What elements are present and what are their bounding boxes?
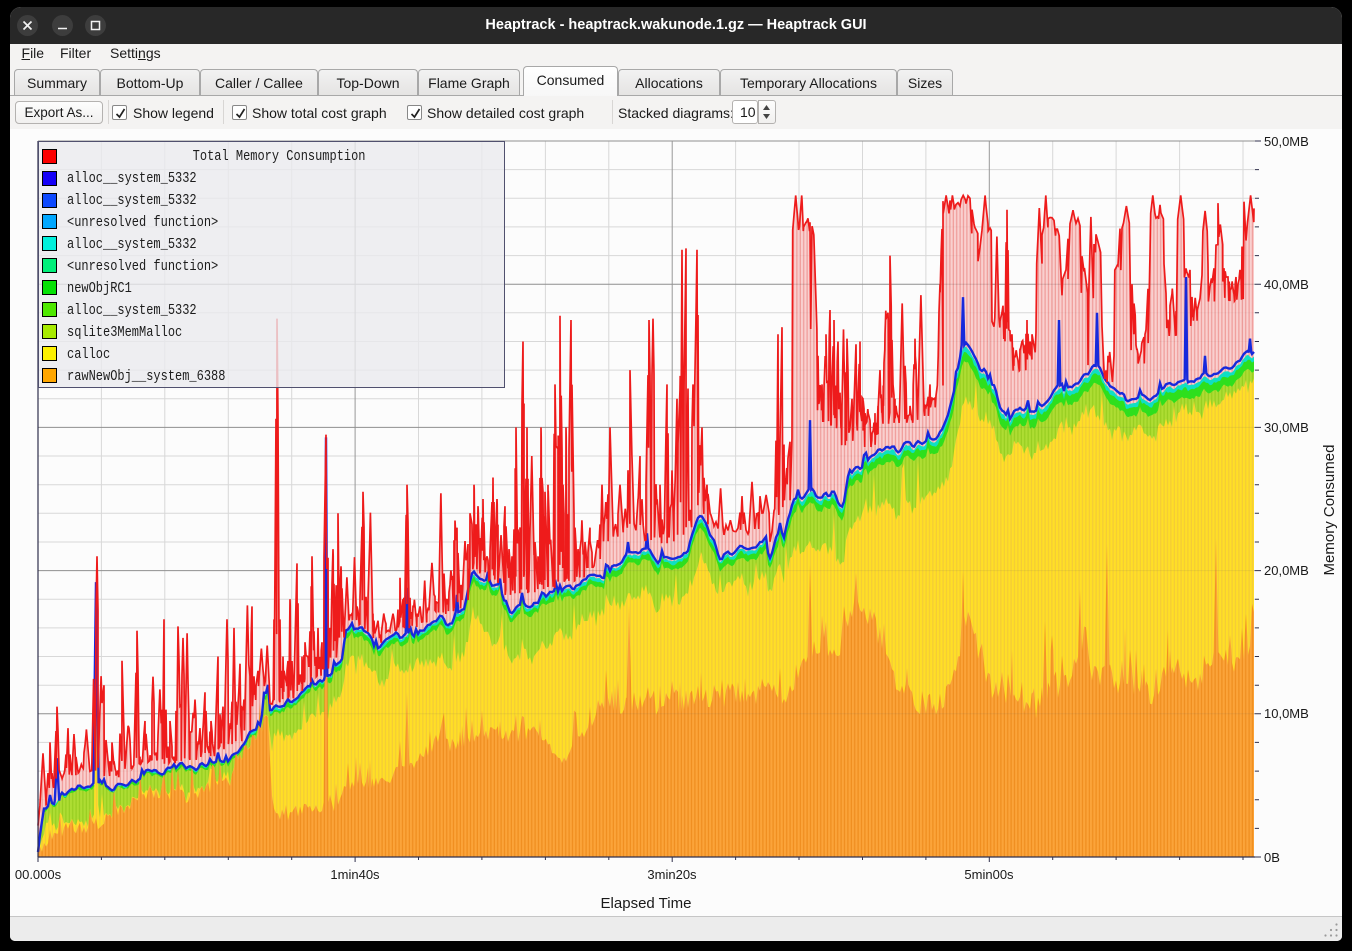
svg-text:1min40s: 1min40s bbox=[330, 867, 380, 882]
svg-text:Elapsed Time: Elapsed Time bbox=[601, 895, 692, 912]
svg-text:30,0MB: 30,0MB bbox=[1264, 420, 1309, 435]
svg-text:40,0MB: 40,0MB bbox=[1264, 277, 1309, 292]
svg-text:Memory Consumed: Memory Consumed bbox=[1321, 445, 1338, 576]
svg-text:3min20s: 3min20s bbox=[647, 867, 697, 882]
svg-text:10,0MB: 10,0MB bbox=[1264, 706, 1309, 721]
svg-text:5min00s: 5min00s bbox=[964, 867, 1014, 882]
svg-text:50,0MB: 50,0MB bbox=[1264, 134, 1309, 149]
svg-text:0B: 0B bbox=[1264, 850, 1280, 865]
svg-text:00.000s: 00.000s bbox=[15, 867, 62, 882]
svg-text:20,0MB: 20,0MB bbox=[1264, 563, 1309, 578]
